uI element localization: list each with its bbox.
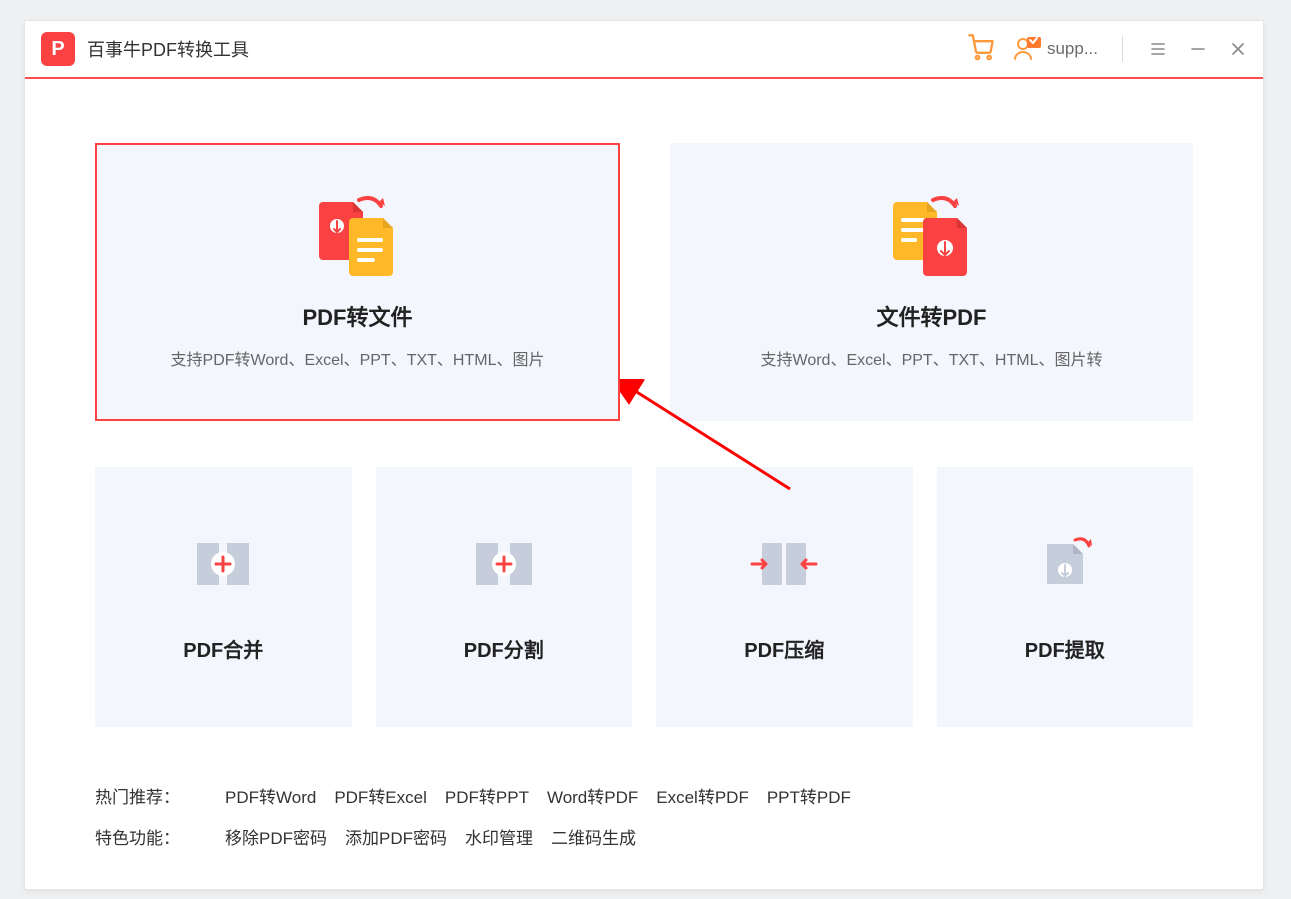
- card-pdf-merge[interactable]: PDF合并: [95, 467, 352, 727]
- card-title: 文件转PDF: [876, 300, 986, 332]
- menu-button[interactable]: [1147, 38, 1169, 60]
- hot-link[interactable]: Excel转PDF: [656, 788, 749, 807]
- cart-icon[interactable]: [967, 33, 995, 66]
- minimize-button[interactable]: [1187, 38, 1209, 60]
- pdf-to-file-icon: [313, 194, 403, 284]
- footer-links: 热门推荐： PDF转Word PDF转Excel PDF转PPT Word转PDF Ex…: [95, 783, 1193, 849]
- close-button[interactable]: [1227, 38, 1249, 60]
- card-title: PDF分割: [464, 634, 544, 663]
- card-pdf-to-file[interactable]: PDF转文件 支持PDF转Word、Excel、PPT、TXT、HTML、图片: [95, 143, 620, 421]
- hot-link[interactable]: PDF转Excel: [334, 788, 427, 807]
- user-menu[interactable]: supp...: [1013, 37, 1098, 61]
- feature-row: 特色功能： 移除PDF密码添加PDF密码水印管理二维码生成: [95, 824, 1193, 849]
- file-to-pdf-icon: [887, 194, 977, 284]
- main-content: PDF转文件 支持PDF转Word、Excel、PPT、TXT、HTML、图片: [25, 79, 1263, 849]
- compress-icon: [748, 532, 820, 596]
- hot-link[interactable]: PPT转PDF: [767, 788, 851, 807]
- card-pdf-compress[interactable]: PDF压缩: [656, 467, 913, 727]
- user-name-label: supp...: [1047, 39, 1098, 59]
- hot-link[interactable]: PDF转Word: [225, 788, 316, 807]
- feature-link[interactable]: 二维码生成: [551, 829, 636, 848]
- hot-recommend-row: 热门推荐： PDF转Word PDF转Excel PDF转PPT Word转PDF Ex…: [95, 783, 1193, 808]
- split-icon: [472, 532, 536, 596]
- feature-label: 特色功能：: [95, 824, 225, 849]
- merge-icon: [191, 532, 255, 596]
- feature-link[interactable]: 添加PDF密码: [345, 829, 447, 848]
- card-subtitle: 支持Word、Excel、PPT、TXT、HTML、图片转: [761, 346, 1103, 370]
- hot-link[interactable]: PDF转PPT: [445, 788, 529, 807]
- secondary-cards-row: PDF合并 PDF分割: [95, 467, 1193, 727]
- card-pdf-split[interactable]: PDF分割: [376, 467, 633, 727]
- primary-cards-row: PDF转文件 支持PDF转Word、Excel、PPT、TXT、HTML、图片: [95, 143, 1193, 421]
- app-window: P 百事牛PDF转换工具 supp...: [24, 20, 1264, 890]
- hot-link[interactable]: Word转PDF: [547, 788, 638, 807]
- feature-link[interactable]: 移除PDF密码: [225, 829, 327, 848]
- title-bar: P 百事牛PDF转换工具 supp...: [25, 21, 1263, 79]
- divider: [1122, 36, 1123, 62]
- card-title: PDF合并: [183, 634, 263, 663]
- card-pdf-extract[interactable]: PDF提取: [937, 467, 1194, 727]
- hot-label: 热门推荐：: [95, 783, 225, 808]
- app-title: 百事牛PDF转换工具: [87, 36, 249, 62]
- extract-icon: [1037, 532, 1093, 596]
- card-title: PDF提取: [1025, 634, 1105, 663]
- card-title: PDF转文件: [302, 300, 412, 332]
- card-file-to-pdf[interactable]: 文件转PDF 支持Word、Excel、PPT、TXT、HTML、图片转: [670, 143, 1193, 421]
- card-title: PDF压缩: [744, 634, 824, 663]
- user-icon: [1013, 37, 1041, 61]
- feature-link[interactable]: 水印管理: [465, 829, 533, 848]
- card-subtitle: 支持PDF转Word、Excel、PPT、TXT、HTML、图片: [171, 346, 545, 370]
- app-logo: P: [41, 32, 75, 66]
